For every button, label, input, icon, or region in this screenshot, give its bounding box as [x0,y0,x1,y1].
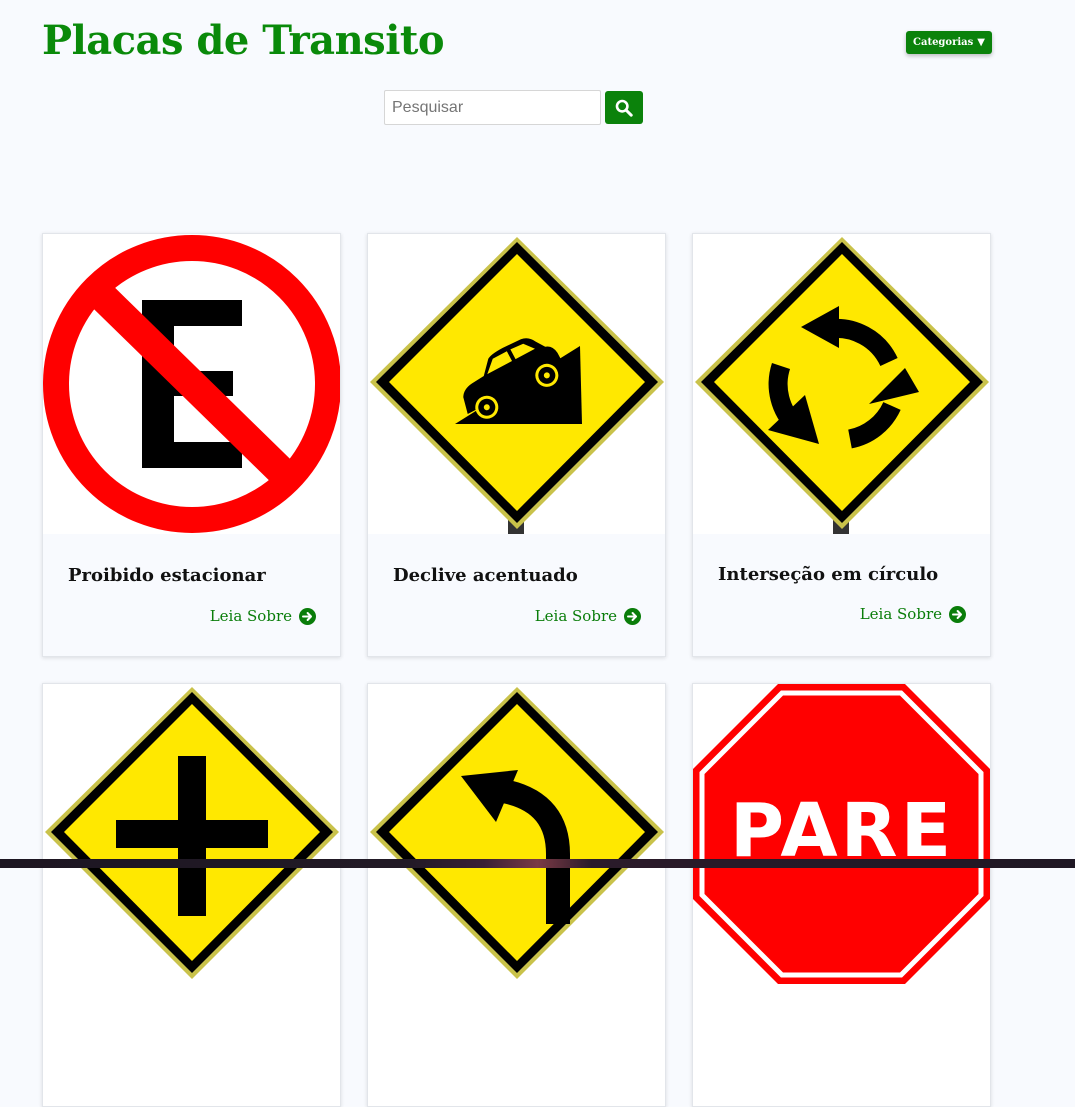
card-image[interactable]: PARE [693,684,990,984]
no-parking-sign-icon [43,235,340,533]
card-image[interactable] [43,234,340,534]
site-title[interactable]: Placas de Transito [42,14,445,68]
card-title: Interseção em círculo [718,564,939,585]
read-more-label: Leia Sobre [534,607,617,625]
card-image[interactable] [368,234,665,534]
sign-card: Proibido estacionar Leia Sobre [42,233,341,657]
card-image[interactable] [693,234,990,534]
arrow-circle-right-icon [624,607,641,625]
arrow-circle-right-icon [299,607,316,625]
arrow-circle-right-icon [949,605,966,623]
card-title: Declive acentuado [393,565,578,586]
sign-card: Declive acentuado Leia Sobre [367,233,666,657]
sign-card [42,683,341,1107]
curve-left-sign-icon [370,687,664,979]
card-title: Proibido estacionar [68,565,266,586]
steep-descent-sign-icon [370,237,664,534]
read-more-link[interactable]: Leia Sobre [535,607,641,625]
crossroad-sign-icon [45,687,339,979]
roundabout-sign-icon [695,237,989,534]
categories-dropdown-button[interactable]: Categorias ▼ [906,31,992,54]
sign-card: PARE [692,683,991,1107]
search-icon [615,99,633,117]
sign-card: Interseção em círculo Leia Sobre [692,233,991,657]
read-more-link[interactable]: Leia Sobre [860,605,966,623]
read-more-label: Leia Sobre [859,605,942,623]
categories-label: Categorias [913,37,974,48]
read-more-label: Leia Sobre [209,607,292,625]
stop-sign-icon: PARE [693,684,990,984]
read-more-link[interactable]: Leia Sobre [210,607,316,625]
card-image[interactable] [368,684,665,984]
search-input[interactable] [384,90,601,125]
card-image[interactable] [43,684,340,984]
sign-card [367,683,666,1107]
caret-down-icon: ▼ [977,37,985,48]
taskbar-strip [0,859,1075,868]
search-button[interactable] [605,91,643,124]
